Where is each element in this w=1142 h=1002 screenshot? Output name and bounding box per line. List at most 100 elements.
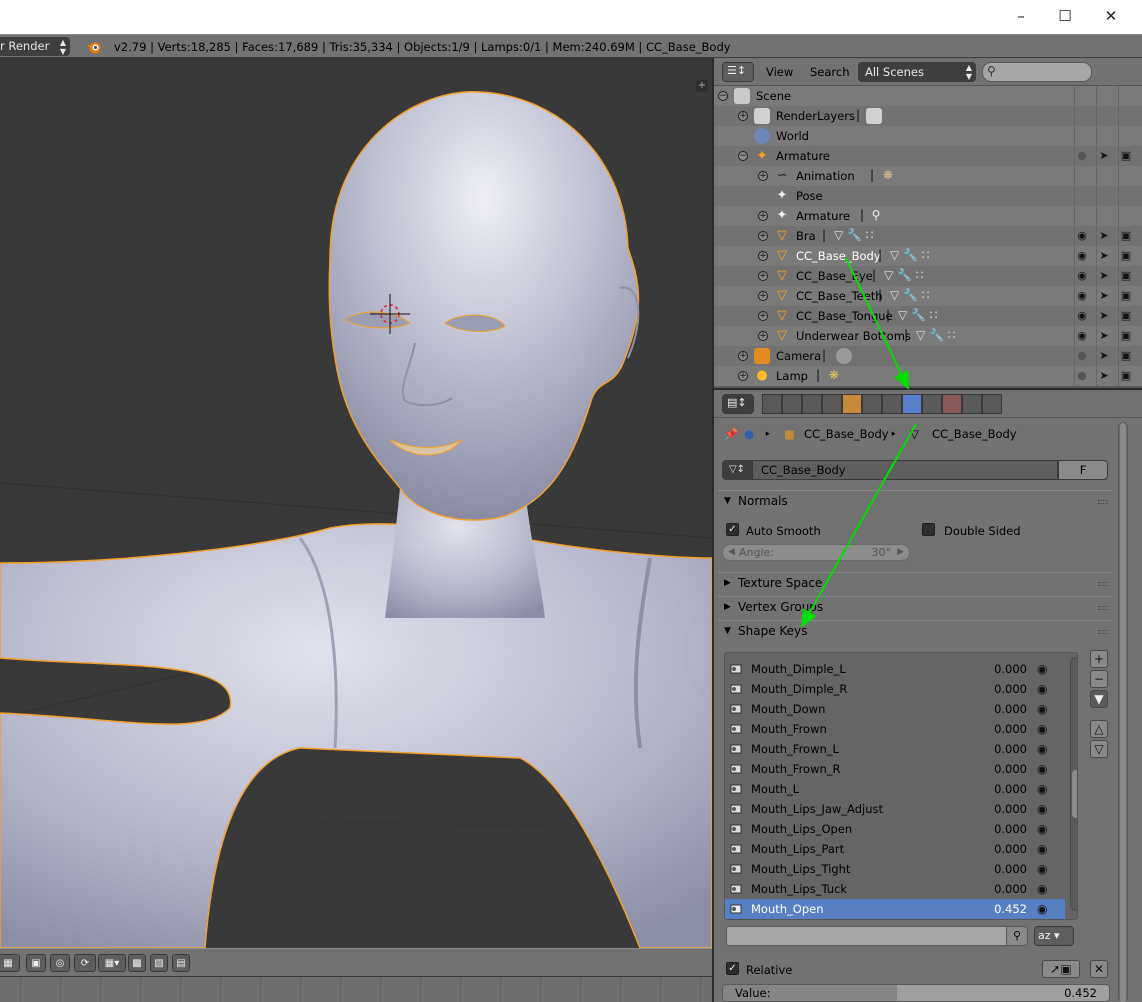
render-animation-icon[interactable]: ▤ <box>172 954 190 972</box>
remove-shape-key-button[interactable]: − <box>1090 670 1108 688</box>
shape-key-value[interactable]: 0.000 <box>965 802 1027 816</box>
tab-render-icon[interactable] <box>762 394 782 414</box>
tree-item-camera[interactable]: + Camera | ● ➤ ▣ <box>714 346 1142 366</box>
increment-arrow-icon[interactable]: ▶ <box>897 545 904 560</box>
tab-mesh-data-icon[interactable] <box>902 394 922 414</box>
scrollbar-thumb[interactable] <box>1072 770 1077 818</box>
manipulator-icon[interactable]: ⟳ <box>74 954 96 972</box>
tree-item-renderlayers[interactable]: + RenderLayers | <box>714 106 1142 126</box>
shape-key-value[interactable]: 0.000 <box>965 862 1027 876</box>
visibility-eye-icon[interactable]: ◉ <box>1072 306 1092 326</box>
clear-weights-icon[interactable]: ✕ <box>1090 960 1108 978</box>
mute-eye-icon[interactable]: ◉ <box>1037 662 1047 676</box>
shape-key-value[interactable]: 0.000 <box>965 822 1027 836</box>
scrollbar-thumb[interactable] <box>1120 423 1126 1002</box>
menu-view[interactable]: View <box>766 65 793 79</box>
close-icon[interactable]: ✕ <box>1088 0 1134 32</box>
selectability-cursor-icon[interactable]: ➤ <box>1094 286 1114 306</box>
shape-key-value-slider[interactable]: Value: 0.452 <box>722 984 1110 1002</box>
pin-icon[interactable]: 📌 <box>724 427 738 441</box>
mute-eye-icon[interactable]: ◉ <box>1037 762 1047 776</box>
shape-key-value[interactable]: 0.000 <box>965 702 1027 716</box>
decrement-arrow-icon[interactable]: ◀ <box>728 545 735 560</box>
drag-grip-icon[interactable] <box>1098 500 1108 504</box>
render-engine-dropdown[interactable]: r Render ▲ ▼ <box>0 37 70 56</box>
renderability-camera-icon[interactable]: ▣ <box>1116 306 1136 326</box>
tree-item-cc-base-eye[interactable]: + ▽ CC_Base_Eye | ▽ 🔧 ∷ ◉ ➤ ▣ <box>714 266 1142 286</box>
visibility-eye-icon[interactable]: ◉ <box>1072 226 1092 246</box>
shape-key-value[interactable]: 0.000 <box>965 682 1027 696</box>
properties-scrollbar[interactable] <box>1118 422 1128 1002</box>
mesh-browse-icon[interactable]: ▽↕ <box>722 460 752 480</box>
tree-item-lamp[interactable]: + ● Lamp | ❋ ● ➤ ▣ <box>714 366 1142 386</box>
viewport-expand-icon[interactable]: + <box>696 80 708 92</box>
drag-grip-icon[interactable] <box>1098 630 1108 634</box>
mute-eye-icon[interactable]: ◉ <box>1037 802 1047 816</box>
mute-eye-icon[interactable]: ◉ <box>1037 902 1047 916</box>
display-mode-dropdown[interactable]: All Scenes ▲ ▼ <box>858 62 976 82</box>
timeline[interactable] <box>0 976 712 1002</box>
shape-key-value[interactable]: 0.000 <box>965 742 1027 756</box>
fake-user-button[interactable]: F <box>1058 460 1108 480</box>
mute-eye-icon[interactable]: ◉ <box>1037 862 1047 876</box>
collapse-icon[interactable]: − <box>738 151 748 161</box>
shape-key-filter-input[interactable] <box>726 926 1016 946</box>
auto-smooth-checkbox[interactable]: ✓ <box>726 523 739 536</box>
menu-search[interactable]: Search <box>810 65 850 79</box>
mute-eye-icon[interactable]: ◉ <box>1037 882 1047 896</box>
visibility-eye-icon[interactable]: ● <box>1072 366 1092 386</box>
visibility-eye-icon[interactable]: ◉ <box>1072 326 1092 346</box>
shape-key-value[interactable]: 0.000 <box>965 842 1027 856</box>
render-image-icon[interactable]: ▧ <box>150 954 168 972</box>
shape-keys-scrollbar[interactable] <box>1070 657 1077 911</box>
tree-item-pose[interactable]: ✦ Pose <box>714 186 1142 206</box>
shape-key-value[interactable]: 0.000 <box>965 722 1027 736</box>
panel-texture-space[interactable]: ▶ Texture Space <box>718 572 1112 594</box>
tree-item-armature[interactable]: − ✦ Armature ● ➤ ▣ <box>714 146 1142 166</box>
view-menu-icon[interactable]: ▦ <box>0 954 20 972</box>
shape-key-row[interactable]: Mouth_Dimple_R 0.000 ◉ <box>725 679 1065 699</box>
panel-vertex-groups[interactable]: ▶ Vertex Groups <box>718 596 1112 618</box>
move-down-icon[interactable]: ▽ <box>1090 740 1108 758</box>
expand-icon[interactable]: + <box>758 331 768 341</box>
shape-key-value[interactable]: 0.452 <box>965 902 1027 916</box>
expand-icon[interactable]: + <box>758 231 768 241</box>
selectability-cursor-icon[interactable]: ➤ <box>1094 246 1114 266</box>
expand-icon[interactable]: + <box>738 351 748 361</box>
mute-eye-icon[interactable]: ◉ <box>1037 682 1047 696</box>
tree-item-animation[interactable]: + ∽ Animation | ❋ <box>714 166 1142 186</box>
shape-key-value[interactable]: 0.000 <box>965 782 1027 796</box>
shape-key-row[interactable]: Mouth_L 0.000 ◉ <box>725 779 1065 799</box>
3d-viewport[interactable]: + <box>0 58 712 948</box>
tab-world-icon[interactable] <box>822 394 842 414</box>
collapse-icon[interactable]: − <box>718 91 728 101</box>
tab-scene-icon[interactable] <box>802 394 822 414</box>
tab-constraints-icon[interactable] <box>862 394 882 414</box>
panel-shape-keys[interactable]: ▼ Shape Keys <box>718 620 1112 642</box>
tree-item-cc-base-teeth[interactable]: + ▽ CC_Base_Teeth | ▽ 🔧 ∷ ◉ ➤ ▣ <box>714 286 1142 306</box>
shape-keys-list[interactable]: Mouth_Dimple_L 0.000 ◉ Mouth_Dimple_R 0.… <box>724 652 1078 920</box>
visibility-eye-icon[interactable]: ◉ <box>1072 266 1092 286</box>
tab-particles-icon[interactable] <box>962 394 982 414</box>
shape-key-value[interactable]: 0.000 <box>965 762 1027 776</box>
move-up-icon[interactable]: △ <box>1090 720 1108 738</box>
shape-key-row[interactable]: Mouth_Lips_Tight 0.000 ◉ <box>725 859 1065 879</box>
drag-grip-icon[interactable] <box>1098 582 1108 586</box>
renderability-camera-icon[interactable]: ▣ <box>1116 286 1136 306</box>
shape-key-value[interactable]: 0.000 <box>965 882 1027 896</box>
expand-icon[interactable]: + <box>758 271 768 281</box>
filter-search-icon[interactable]: ⚲ <box>1006 926 1028 946</box>
transform-orientation-icon[interactable]: ▦▾ <box>98 954 126 972</box>
expand-icon[interactable]: + <box>758 291 768 301</box>
renderability-camera-icon[interactable]: ▣ <box>1116 326 1136 346</box>
renderability-camera-icon[interactable]: ▣ <box>1116 266 1136 286</box>
relative-checkbox[interactable]: ✓ <box>726 962 739 975</box>
selectability-cursor-icon[interactable]: ➤ <box>1094 306 1114 326</box>
tab-modifiers-icon[interactable] <box>882 394 902 414</box>
tree-item-bra[interactable]: + ▽ Bra | ▽ 🔧 ∷ ◉ ➤ ▣ <box>714 226 1142 246</box>
mute-eye-icon[interactable]: ◉ <box>1037 782 1047 796</box>
viewport-shading-icon[interactable]: ▣ <box>26 954 46 972</box>
mute-eye-icon[interactable]: ◉ <box>1037 742 1047 756</box>
visibility-eye-icon[interactable]: ◉ <box>1072 246 1092 266</box>
selectability-cursor-icon[interactable]: ➤ <box>1094 146 1114 166</box>
